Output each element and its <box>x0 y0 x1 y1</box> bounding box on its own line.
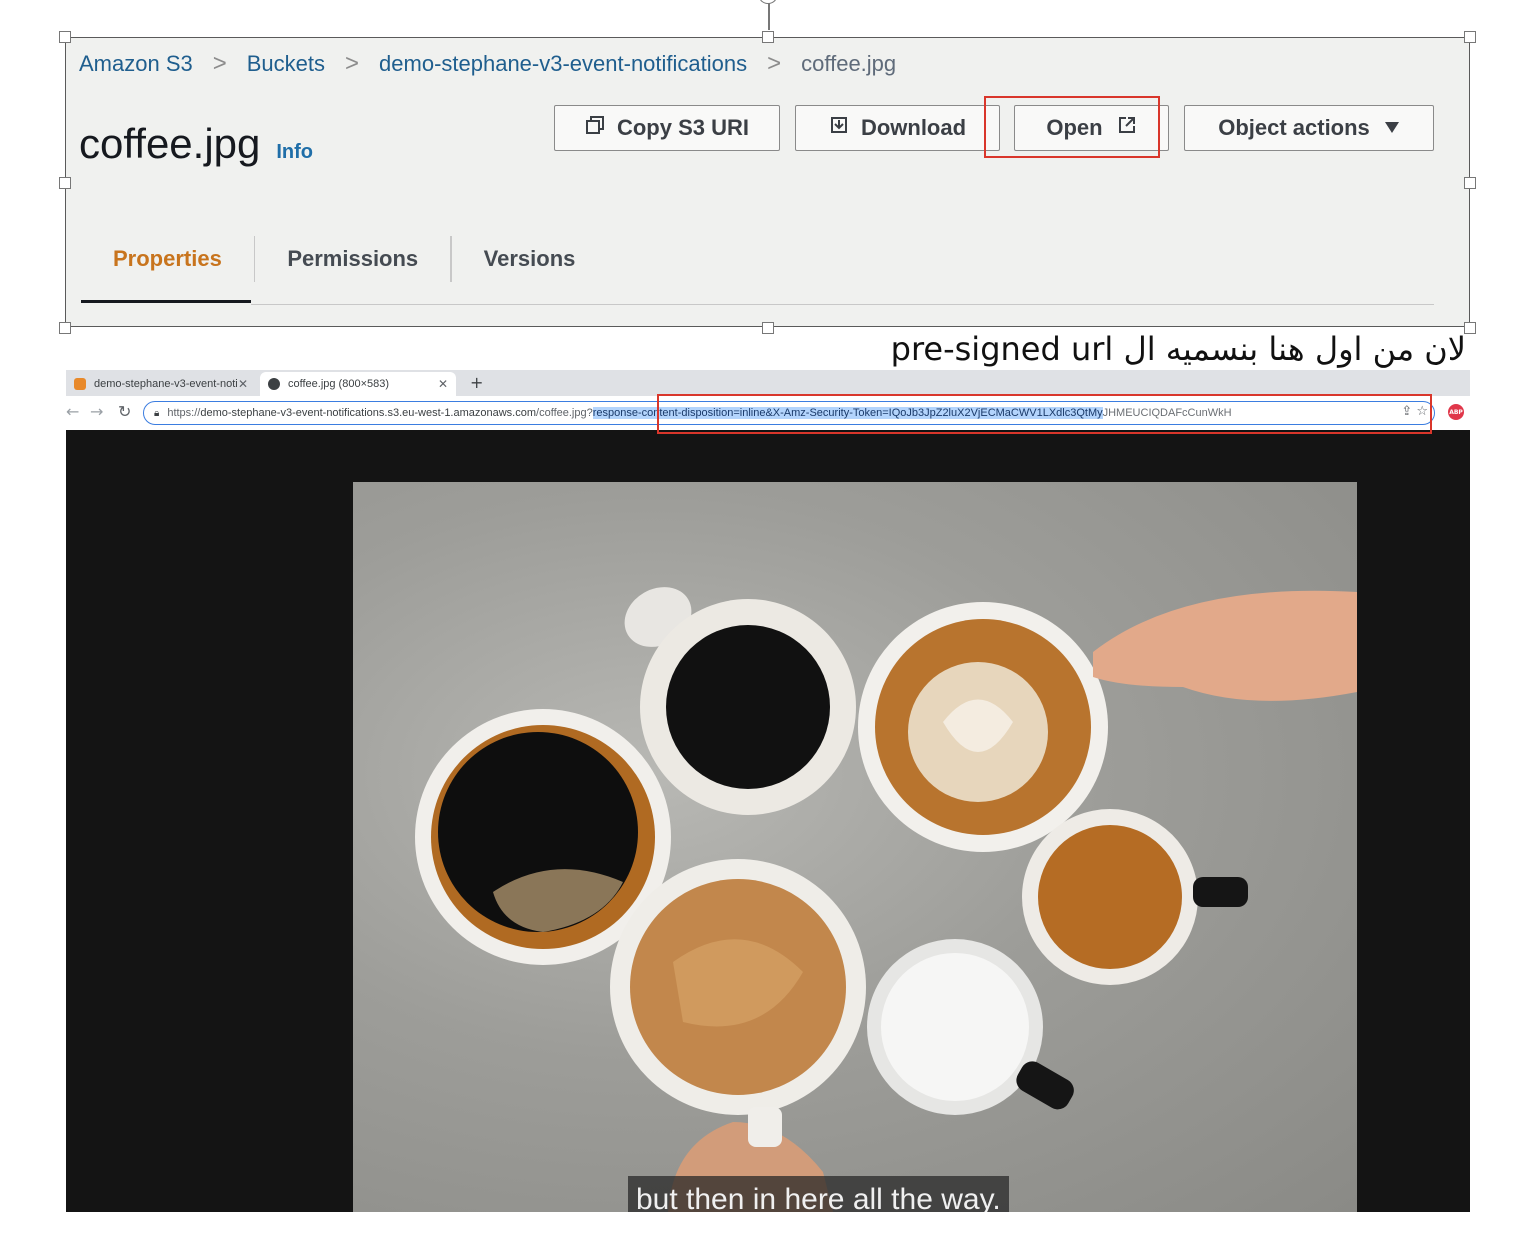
download-icon <box>829 115 849 141</box>
tab-properties[interactable]: Properties <box>81 234 254 284</box>
info-link[interactable]: Info <box>276 141 313 164</box>
browser-tab-coffee[interactable]: coffee.jpg (800×583) ✕ <box>260 372 456 396</box>
breadcrumb-buckets[interactable]: Buckets <box>247 51 325 77</box>
browser-tab-bar: demo-stephane-v3-event-noti ✕ coffee.jpg… <box>66 370 1470 396</box>
resize-handle[interactable] <box>59 322 71 334</box>
tabs-divider-line <box>251 304 1434 305</box>
resize-handle[interactable] <box>59 177 71 189</box>
video-subtitle: but then in here all the way. <box>628 1176 1009 1212</box>
breadcrumb-current: coffee.jpg <box>801 51 897 76</box>
rotation-handle-line <box>768 0 770 30</box>
arabic-caption: لان من اول هنا بنسميه ال pre-signed url <box>890 330 1466 368</box>
breadcrumb-amazon-s3[interactable]: Amazon S3 <box>79 51 193 77</box>
object-tabs: Properties Permissions Versions <box>81 234 607 284</box>
caret-down-icon <box>1384 117 1400 140</box>
coffee-photo <box>353 482 1357 1212</box>
browser-window: demo-stephane-v3-event-noti ✕ coffee.jpg… <box>66 370 1470 1212</box>
url-scheme: https:// <box>167 407 201 419</box>
browser-tab-bucket[interactable]: demo-stephane-v3-event-noti ✕ <box>66 372 256 396</box>
url-highlight-box <box>657 394 1432 434</box>
close-tab-icon[interactable]: ✕ <box>438 377 448 391</box>
chevron-right-icon: > <box>767 50 782 77</box>
copy-s3-uri-label: Copy S3 URI <box>616 115 750 140</box>
resize-handle[interactable] <box>762 31 774 43</box>
adblock-icon[interactable]: ABP <box>1448 404 1464 420</box>
lock-icon: 🔒︎ <box>154 407 160 419</box>
object-actions-dropdown[interactable]: Object actions <box>1184 105 1434 151</box>
new-tab-button[interactable]: + <box>470 373 483 392</box>
object-actions-label: Object actions <box>1218 115 1370 140</box>
page-title: coffee.jpg <box>79 120 261 167</box>
s3-object-header-panel: Amazon S3 > Buckets > demo-stephane-v3-e… <box>65 37 1470 327</box>
tab-versions[interactable]: Versions <box>452 234 608 284</box>
coffee-illustration <box>415 587 1357 1212</box>
forward-icon[interactable]: → <box>90 402 103 421</box>
chevron-right-icon: > <box>345 50 360 77</box>
resize-handle[interactable] <box>59 31 71 43</box>
rotation-handle[interactable] <box>758 0 778 4</box>
resize-handle[interactable] <box>762 322 774 334</box>
url-host: demo-stephane-v3-event-notifications.s3.… <box>200 407 537 419</box>
browser-tab-title: demo-stephane-v3-event-noti <box>94 378 238 390</box>
resize-handle[interactable] <box>1464 177 1476 189</box>
browser-tab-title: coffee.jpg (800×583) <box>288 378 390 390</box>
page-title-row: coffee.jpg Info <box>79 120 313 168</box>
url-path: /coffee.jpg? <box>536 407 593 419</box>
breadcrumb-bucket-name[interactable]: demo-stephane-v3-event-notifications <box>379 51 747 77</box>
copy-s3-uri-button[interactable]: Copy S3 URI <box>554 105 780 151</box>
breadcrumb: Amazon S3 > Buckets > demo-stephane-v3-e… <box>79 50 896 78</box>
close-tab-icon[interactable]: ✕ <box>238 377 248 391</box>
aws-favicon-icon <box>74 378 86 390</box>
chevron-right-icon: > <box>212 50 227 77</box>
download-button[interactable]: Download <box>795 105 1000 151</box>
download-label: Download <box>860 115 967 140</box>
resize-handle[interactable] <box>1464 31 1476 43</box>
reload-icon[interactable]: ↻ <box>118 402 131 421</box>
globe-icon <box>268 378 280 390</box>
copy-icon <box>585 115 605 141</box>
tab-permissions[interactable]: Permissions <box>255 234 450 284</box>
back-icon[interactable]: ← <box>66 402 79 421</box>
open-highlight-box <box>984 96 1160 158</box>
active-tab-indicator <box>81 300 251 303</box>
